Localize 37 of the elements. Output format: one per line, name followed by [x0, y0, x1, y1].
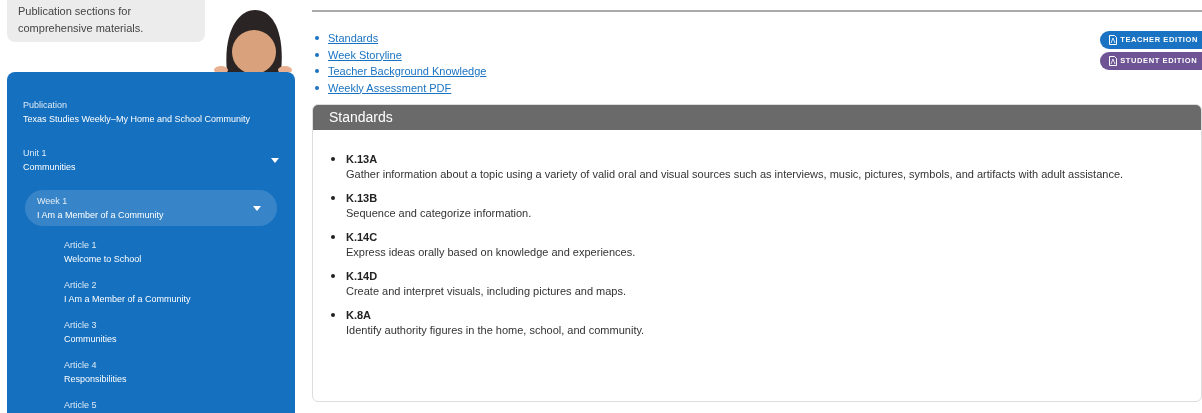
standard-description: Sequence and categorize information. — [346, 205, 532, 220]
nav-link[interactable]: Week Storyline — [328, 46, 402, 63]
article-item[interactable]: Article 4 Responsibilities — [25, 358, 277, 386]
nav-link[interactable]: Weekly Assessment PDF — [328, 79, 452, 96]
nav-link[interactable]: Standards — [328, 30, 379, 47]
nav-link[interactable]: Teacher Background Knowledge — [328, 63, 487, 80]
bullet-icon — [315, 69, 319, 74]
bullet-icon — [315, 52, 319, 57]
bullet-icon — [331, 196, 335, 200]
article-item[interactable]: Article 3 Communities — [25, 318, 277, 346]
bullet-icon — [331, 313, 335, 317]
section-header: Standards — [313, 105, 1201, 130]
caret-icon — [253, 205, 261, 211]
article-item[interactable]: Article 5 — [25, 398, 277, 412]
standard-description: Identify authority figures in the home, school, and community. — [346, 322, 645, 337]
bullet-icon — [331, 157, 335, 161]
bullet-icon — [315, 85, 319, 90]
standard-code: K.14D — [346, 269, 379, 284]
caret-icon — [271, 157, 279, 163]
week-item[interactable]: Week 1 I Am a Member of a Community — [25, 190, 277, 226]
standard-code: K.13A — [346, 152, 379, 167]
standard-code: K.14C — [346, 230, 379, 245]
standard-description: Express ideas orally based on knowledge and experiences. — [346, 244, 636, 259]
standard-code: K.13B — [346, 191, 379, 206]
bullet-icon — [331, 274, 335, 278]
bullet-icon — [331, 235, 335, 239]
speech-bubble: Publication sections for comprehensive materials. — [7, 0, 205, 42]
standard-description: Gather information about a topic using a variety of valid oral and visual sources such as interviews, music, pictures, symbols, and artifacts with adult assistance. — [346, 166, 1124, 181]
pdf-document-icon — [1109, 35, 1118, 45]
unit-item[interactable]: Unit 1 Communities — [7, 146, 295, 174]
standard-code: K.8A — [346, 308, 373, 323]
standard-description: Create and interpret visuals, including pictures and maps. — [346, 283, 627, 298]
bullet-icon — [315, 36, 319, 41]
publication-item[interactable]: Publication Texas Studies Weekly–My Home and School Community — [7, 98, 295, 126]
article-item[interactable]: Article 1 Welcome to School — [25, 238, 277, 266]
article-item[interactable]: Article 2 I Am a Member of a Community — [25, 278, 277, 306]
pdf-document-icon — [1109, 56, 1118, 66]
